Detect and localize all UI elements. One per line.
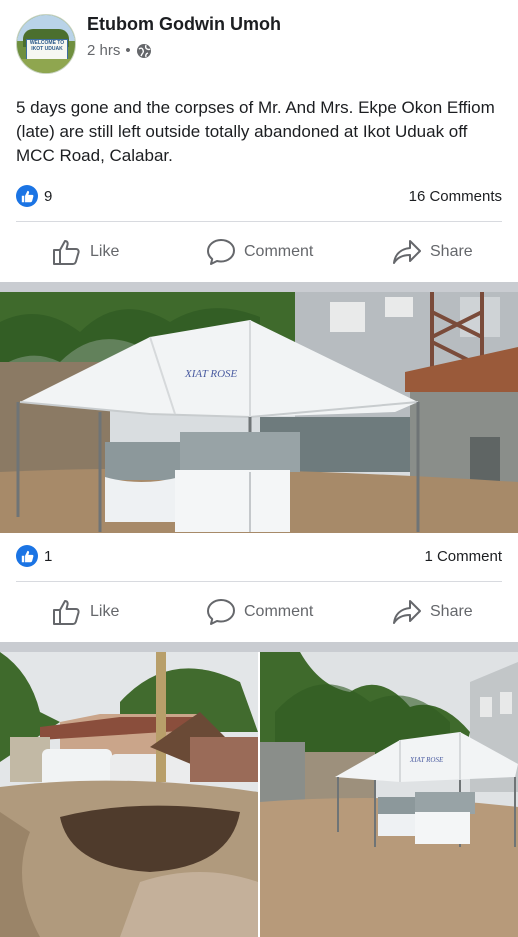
like-button[interactable]: Like — [52, 230, 119, 274]
post-header: WELCOME TO IKOT UDUAK Etubom Godwin Umoh… — [0, 0, 518, 82]
like-outline-icon — [52, 598, 82, 626]
section-separator — [0, 282, 518, 292]
share-button[interactable]: Share — [392, 590, 473, 634]
divider — [16, 581, 502, 582]
globe-icon — [136, 43, 152, 59]
reaction-summary[interactable]: 9 — [16, 185, 52, 207]
like-button[interactable]: Like — [52, 590, 119, 634]
reaction-count: 9 — [44, 187, 53, 205]
avatar-sign-line: IKOT UDUAK — [31, 46, 63, 52]
comment-bubble-icon — [206, 598, 236, 626]
post-photo-tents-wide[interactable]: XIAT ROSE — [260, 652, 518, 937]
comment-count[interactable]: 1 Comment — [424, 548, 502, 565]
like-outline-icon — [52, 238, 82, 266]
avatar-sign: WELCOME TO IKOT UDUAK — [26, 39, 68, 61]
reaction-count: 1 — [44, 547, 53, 565]
like-label: Like — [90, 243, 120, 260]
thumbs-up-icon — [16, 185, 38, 207]
tent-print: XIAT ROSE — [184, 368, 238, 380]
share-label: Share — [430, 243, 473, 260]
tent-print: XIAT ROSE — [409, 756, 444, 764]
meta-dot: • — [125, 42, 131, 59]
share-button[interactable]: Share — [392, 230, 473, 274]
photo-actions: Like Comment Share — [0, 590, 518, 634]
post-meta: 2 hrs • — [87, 42, 152, 59]
comment-count[interactable]: 16 Comments — [409, 188, 502, 205]
comment-label: Comment — [244, 603, 314, 620]
avatar[interactable]: WELCOME TO IKOT UDUAK — [16, 14, 76, 74]
share-label: Share — [430, 603, 473, 620]
author-name[interactable]: Etubom Godwin Umoh — [87, 14, 281, 35]
comment-label: Comment — [244, 243, 314, 260]
post-photo-grave[interactable] — [0, 652, 258, 937]
divider — [16, 221, 502, 222]
reaction-summary[interactable]: 1 — [16, 545, 52, 567]
like-label: Like — [90, 603, 120, 620]
post-time[interactable]: 2 hrs — [87, 42, 120, 59]
share-arrow-icon — [392, 598, 422, 626]
post-stats: 9 16 Comments — [16, 184, 502, 208]
section-separator — [0, 642, 518, 652]
photo-stats: 1 1 Comment — [16, 544, 502, 568]
comment-button[interactable]: Comment — [206, 230, 313, 274]
share-arrow-icon — [392, 238, 422, 266]
thumbs-up-icon — [16, 545, 38, 567]
post-actions: Like Comment Share — [0, 230, 518, 274]
post-photo-tents[interactable]: XIAT ROSE — [0, 292, 518, 533]
comment-button[interactable]: Comment — [206, 590, 313, 634]
comment-bubble-icon — [206, 238, 236, 266]
post-text: 5 days gone and the corpses of Mr. And M… — [16, 98, 495, 165]
